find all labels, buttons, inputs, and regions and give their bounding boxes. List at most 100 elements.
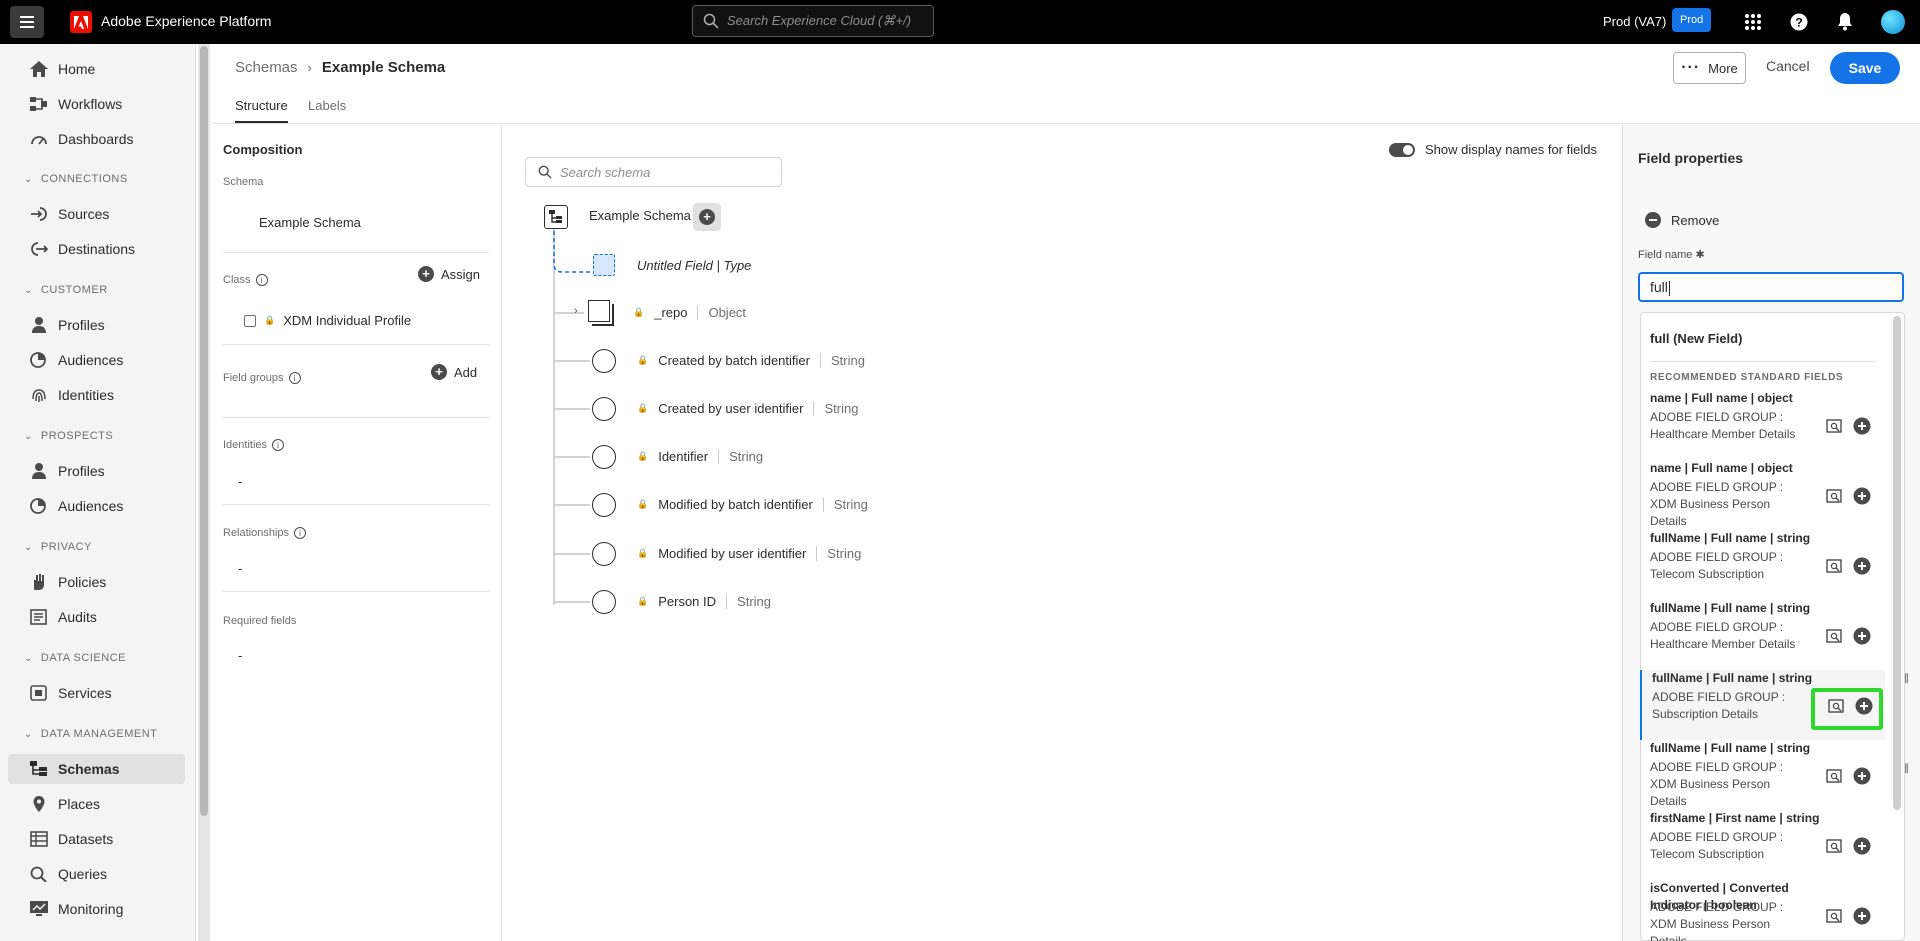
field-node-icon[interactable]: [592, 445, 616, 469]
tab-structure[interactable]: Structure: [235, 98, 288, 123]
sidebar-item-places[interactable]: Places: [8, 789, 185, 819]
field-node-icon[interactable]: [592, 349, 616, 373]
sidebar-item-queries[interactable]: Queries: [8, 859, 185, 889]
object-node-icon[interactable]: [588, 300, 610, 322]
scrollbar-thumb[interactable]: [200, 46, 208, 816]
suggestion-item[interactable]: fullName | Full name | string ADOBE FIELD…: [1640, 740, 1885, 810]
info-icon[interactable]: i: [288, 372, 301, 384]
add-circle-icon[interactable]: [1853, 487, 1871, 505]
toggle-switch[interactable]: [1389, 142, 1415, 157]
tab-labels[interactable]: Labels: [308, 98, 346, 121]
field-row-repo[interactable]: 🔒 _repo Object: [633, 305, 746, 320]
sidebar-item-identities[interactable]: Identities: [8, 380, 185, 410]
field-row[interactable]: 🔒 Modified by user identifier String: [637, 546, 861, 561]
sidebar-item-home[interactable]: Home: [8, 54, 185, 84]
sidebar-item-audits[interactable]: Audits: [8, 602, 185, 632]
add-circle-icon[interactable]: [1853, 907, 1871, 925]
sidebar-item-prospect-profiles[interactable]: Profiles: [8, 456, 185, 486]
notification-bell-icon[interactable]: [1835, 12, 1855, 32]
section-data-management[interactable]: ⌄ DATA MANAGEMENT: [24, 728, 157, 740]
preview-icon[interactable]: [1826, 908, 1842, 924]
new-field-option[interactable]: full (New Field): [1650, 331, 1742, 346]
new-field-node[interactable]: [593, 254, 615, 276]
sidebar-item-profiles[interactable]: Profiles: [8, 310, 185, 340]
suggestion-item[interactable]: name | Full name | object ADOBE FIELD GRO…: [1640, 460, 1885, 530]
field-row[interactable]: 🔒 Created by batch identifier String: [637, 353, 865, 368]
field-name-input[interactable]: full: [1638, 272, 1904, 302]
info-icon[interactable]: i: [272, 439, 285, 451]
class-checkbox[interactable]: [244, 314, 256, 327]
assign-class-button[interactable]: + Assign: [418, 266, 480, 282]
info-icon[interactable]: i: [255, 274, 268, 286]
apps-grid-icon[interactable]: [1743, 12, 1763, 32]
env-badge[interactable]: Prod: [1672, 8, 1712, 32]
more-button[interactable]: ··· More: [1673, 52, 1746, 84]
field-row[interactable]: 🔒 Person ID String: [637, 594, 771, 609]
chevron-right-icon[interactable]: ›: [574, 305, 578, 317]
sidebar-item-destinations[interactable]: Destinations: [8, 234, 185, 264]
adobe-logo-icon[interactable]: [70, 11, 92, 33]
sidebar-item-monitoring[interactable]: Monitoring: [8, 894, 185, 924]
add-circle-icon[interactable]: [1853, 417, 1871, 435]
app-title[interactable]: Adobe Experience Platform: [101, 13, 271, 29]
add-circle-icon[interactable]: [1853, 627, 1871, 645]
cancel-button[interactable]: Cancel: [1766, 58, 1810, 74]
field-node-icon[interactable]: [592, 590, 616, 614]
breadcrumb-schemas[interactable]: Schemas: [235, 59, 298, 76]
user-avatar[interactable]: [1881, 10, 1905, 34]
suggestion-item[interactable]: name | Full name | object ADOBE FIELD GRO…: [1640, 390, 1885, 460]
add-circle-icon[interactable]: [1853, 837, 1871, 855]
global-search-input[interactable]: Search Experience Cloud (⌘+/): [692, 5, 934, 37]
field-node-icon[interactable]: [592, 397, 616, 421]
section-privacy[interactable]: ⌄ PRIVACY: [24, 541, 92, 553]
sidebar-item-policies[interactable]: Policies: [8, 567, 185, 597]
suggestion-item[interactable]: firstName | First name | string ADOBE FIE…: [1640, 810, 1885, 880]
add-circle-icon[interactable]: [1853, 557, 1871, 575]
preview-icon[interactable]: [1826, 838, 1842, 854]
suggestion-item[interactable]: fullName | Full name | string ADOBE FIELD…: [1640, 600, 1885, 670]
sidebar-item-datasets[interactable]: Datasets: [8, 824, 185, 854]
add-field-button[interactable]: +: [693, 203, 721, 231]
sidebar-item-workflows[interactable]: Workflows: [8, 89, 185, 119]
preview-icon[interactable]: [1826, 488, 1842, 504]
sidebar-item-schemas[interactable]: Schemas: [8, 754, 185, 784]
help-icon[interactable]: ?: [1789, 12, 1809, 32]
add-circle-icon[interactable]: [1853, 767, 1871, 785]
popover-scrollbar[interactable]: [1893, 316, 1901, 810]
schema-name-link[interactable]: Example Schema: [259, 215, 361, 230]
sidebar-scrollbar[interactable]: [198, 44, 210, 941]
suggestion-item[interactable]: isConverted | Converted Indicator | bool…: [1640, 880, 1885, 941]
field-node-icon[interactable]: [592, 542, 616, 566]
add-fieldgroup-button[interactable]: + Add: [431, 364, 477, 380]
remove-field-button[interactable]: Remove: [1645, 212, 1719, 228]
preview-icon[interactable]: [1826, 768, 1842, 784]
info-icon[interactable]: i: [294, 527, 307, 539]
pin-icon: [33, 796, 45, 812]
sidebar-item-services[interactable]: Services: [8, 678, 185, 708]
schema-root-name[interactable]: Example Schema: [589, 208, 691, 223]
menu-icon[interactable]: [10, 6, 44, 38]
save-button[interactable]: Save: [1830, 52, 1900, 84]
field-row[interactable]: 🔒 Modified by batch identifier String: [637, 497, 868, 512]
schema-search-input[interactable]: Search schema: [525, 157, 782, 187]
sidebar-item-sources[interactable]: Sources: [8, 199, 185, 229]
display-names-toggle[interactable]: Show display names for fields: [1389, 142, 1597, 157]
field-row[interactable]: 🔒 Identifier String: [637, 449, 763, 464]
preview-icon[interactable]: [1826, 628, 1842, 644]
suggestion-item[interactable]: fullName | Full name | string ADOBE FIELD…: [1640, 530, 1885, 600]
preview-icon[interactable]: [1826, 558, 1842, 574]
class-item[interactable]: 🔒 XDM Individual Profile: [244, 313, 411, 328]
org-switcher[interactable]: Prod (VA7): [1603, 14, 1666, 29]
new-field-label[interactable]: Untitled Field | Type: [637, 258, 751, 273]
section-customer[interactable]: ⌄ CUSTOMER: [24, 284, 108, 296]
section-prospects[interactable]: ⌄ PROSPECTS: [24, 430, 113, 442]
schema-root-icon[interactable]: [544, 205, 568, 229]
sidebar-item-prospect-audiences[interactable]: Audiences: [8, 491, 185, 521]
field-node-icon[interactable]: [592, 493, 616, 517]
sidebar-item-dashboards[interactable]: Dashboards: [8, 124, 185, 154]
section-data-science[interactable]: ⌄ DATA SCIENCE: [24, 652, 126, 664]
preview-icon[interactable]: [1826, 418, 1842, 434]
field-row[interactable]: 🔒 Created by user identifier String: [637, 401, 858, 416]
sidebar-item-audiences[interactable]: Audiences: [8, 345, 185, 375]
section-connections[interactable]: ⌄ CONNECTIONS: [24, 173, 128, 185]
